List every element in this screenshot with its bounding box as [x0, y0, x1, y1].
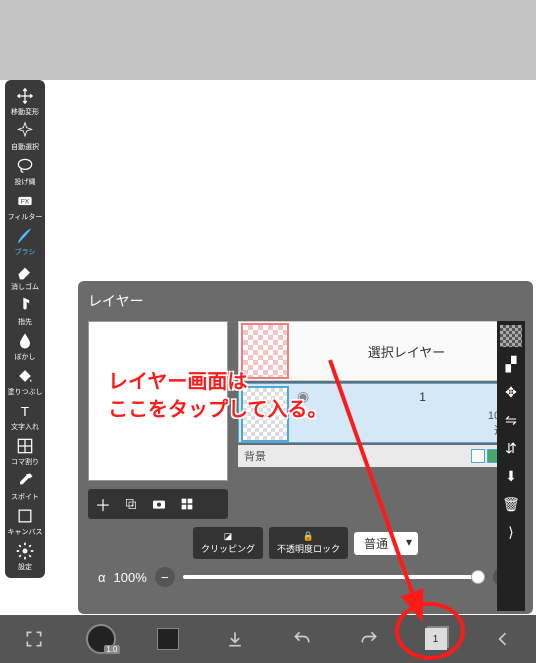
layer-preview[interactable]	[88, 321, 228, 481]
tool-settings[interactable]: 設定	[7, 539, 43, 574]
alpha-slider[interactable]	[183, 575, 485, 579]
tool-lasso[interactable]: 投げ縄	[7, 154, 43, 189]
duplicate-layer-button[interactable]: +	[119, 492, 143, 516]
tool-auto-select[interactable]: 自動選択	[7, 119, 43, 154]
tool-eraser[interactable]: 消しゴム	[7, 259, 43, 294]
selection-label: 選択レイヤー	[291, 342, 522, 361]
color-swatch-button[interactable]	[148, 619, 188, 659]
flip-v-icon[interactable]: ⇵	[500, 437, 522, 459]
layer-row[interactable]: ◉ 1 100% 通通	[238, 383, 523, 443]
redo-icon[interactable]	[349, 619, 389, 659]
layer-actions: ＋ +	[88, 489, 228, 519]
back-icon[interactable]	[483, 619, 523, 659]
brush-preview-button[interactable]: 1.0	[81, 619, 121, 659]
tool-filter[interactable]: FXフィルター	[7, 189, 43, 224]
tool-smudge[interactable]: 指先	[7, 294, 43, 329]
save-icon[interactable]	[215, 619, 255, 659]
background-row[interactable]: 背景	[238, 445, 523, 467]
layer-thumb	[241, 386, 289, 442]
layer-options-icon[interactable]: ▞	[500, 353, 522, 375]
collapse-icon[interactable]: ⟩	[500, 521, 522, 543]
tool-canvas[interactable]: キャンバス	[7, 504, 43, 539]
move-icon[interactable]: ✥	[500, 381, 522, 403]
alpha-minus-button[interactable]: −	[155, 567, 175, 587]
svg-text:T: T	[21, 404, 29, 419]
tool-fill[interactable]: 塗りつぶし	[7, 364, 43, 399]
undo-icon[interactable]	[282, 619, 322, 659]
tool-brush[interactable]: ブラシ	[7, 224, 43, 259]
trash-icon[interactable]: 🗑	[500, 493, 522, 515]
tool-eyedropper[interactable]: スポイト	[7, 469, 43, 504]
alpha-label: α	[98, 570, 106, 585]
camera-button[interactable]	[147, 492, 171, 516]
selection-thumb	[241, 323, 289, 379]
selection-layer-row[interactable]: 選択レイヤー	[238, 321, 523, 381]
tool-frame[interactable]: コマ割り	[7, 434, 43, 469]
alpha-value: 100%	[114, 570, 147, 585]
merge-down-icon[interactable]: ⬇	[500, 465, 522, 487]
top-bar	[0, 0, 536, 80]
layer-name: 1	[329, 390, 516, 404]
flip-h-icon[interactable]: ⇋	[500, 409, 522, 431]
clipping-button[interactable]: ◪クリッピング	[193, 527, 263, 559]
left-toolbar: 移動変形 自動選択 投げ縄 FXフィルター ブラシ 消しゴム 指先 ぼかし 塗り…	[5, 80, 45, 578]
tool-transform[interactable]: 移動変形	[7, 84, 43, 119]
bg-swatch-white[interactable]	[471, 449, 485, 463]
svg-text:FX: FX	[21, 199, 30, 206]
tool-text[interactable]: T文字入れ	[7, 399, 43, 434]
layer-side-toolbar: ▞ ✥ ⇋ ⇵ ⬇ 🗑 ⟩	[497, 321, 525, 611]
layers-button[interactable]: 1	[416, 619, 456, 659]
more-layer-button[interactable]	[175, 492, 199, 516]
visibility-icon[interactable]: ◉	[297, 388, 309, 405]
svg-text:+: +	[131, 503, 135, 509]
tool-blur[interactable]: ぼかし	[7, 329, 43, 364]
add-layer-button[interactable]: ＋	[91, 492, 115, 516]
bottom-bar: 1.0 1	[0, 615, 536, 663]
blend-mode-select[interactable]: 普通	[354, 532, 418, 555]
panel-title: レイヤー	[88, 291, 523, 311]
checker-icon[interactable]	[500, 325, 522, 347]
opacity-lock-button[interactable]: 🔒不透明度ロック	[269, 527, 348, 559]
fullscreen-icon[interactable]	[14, 619, 54, 659]
layer-panel: レイヤー ＋ + 選択レイヤー ◉ 1	[78, 281, 533, 614]
bg-label: 背景	[244, 448, 266, 464]
